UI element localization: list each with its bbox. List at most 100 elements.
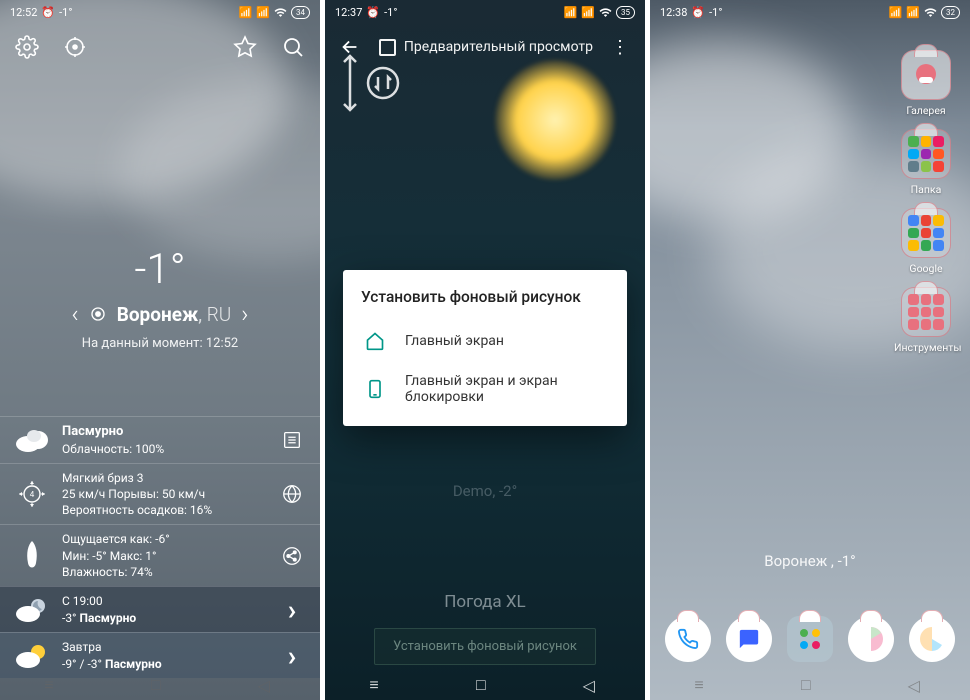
nav-home[interactable]: □	[151, 675, 169, 695]
wind-compass-icon: 4	[14, 479, 50, 509]
tonight-row[interactable]: С 19:00 -3° Пасмурно ›	[0, 586, 320, 632]
signal-icon: 📶	[906, 6, 920, 19]
feels-like-label: Ощущается как: -6°	[62, 531, 266, 547]
battery-icon: 32	[941, 6, 960, 19]
checkbox-icon	[379, 39, 396, 56]
next-location-button[interactable]: ›	[241, 300, 248, 328]
nav-home[interactable]: □	[476, 675, 494, 695]
more-button[interactable]: ⋮	[607, 37, 633, 58]
weather-app-screen: 12:52 ⏰ -1° 📶 📶 34	[0, 0, 320, 700]
set-wallpaper-button[interactable]: Установить фоновый рисунок	[374, 628, 596, 665]
dock-phone[interactable]	[665, 616, 711, 662]
status-temp: -1°	[709, 6, 722, 19]
navbar: ≡ □ ◁	[0, 670, 320, 700]
dialog-title: Установить фоновый рисунок	[361, 288, 609, 306]
status-time: 12:38	[660, 6, 687, 19]
city-name: Воронеж	[117, 303, 199, 326]
statusbar: 12:38 ⏰ -1° 📶 📶 32	[650, 0, 970, 24]
folder-icon	[901, 208, 951, 258]
asof-time: 12:52	[206, 336, 238, 351]
set-wallpaper-dialog: Установить фоновый рисунок Главный экран…	[343, 270, 627, 426]
location-pin-icon	[89, 305, 107, 323]
nav-back[interactable]: ◁	[583, 676, 601, 695]
details-icon[interactable]	[278, 429, 306, 451]
nav-recents[interactable]: ≡	[694, 675, 712, 695]
app-label: Инструменты	[894, 341, 958, 354]
humidity-label: Влажность: 74%	[62, 564, 266, 580]
condition-row[interactable]: Пасмурно Облачность: 100%	[0, 416, 320, 463]
asof-label: На данный момент:	[82, 336, 203, 351]
app-gallery[interactable]: Галерея	[894, 50, 958, 117]
option-home-screen[interactable]: Главный экран	[361, 320, 609, 362]
feels-like-icon	[14, 539, 50, 573]
globe-icon[interactable]	[278, 483, 306, 505]
cloudy-icon	[14, 426, 50, 454]
cloudiness-label: Облачность: 100%	[62, 441, 266, 457]
condition-title: Пасмурно	[62, 423, 266, 441]
nav-back[interactable]: ◁	[258, 676, 276, 695]
alarm-icon: ⏰	[366, 6, 380, 19]
battery-icon: 34	[291, 6, 310, 19]
dock	[650, 616, 970, 662]
status-temp: -1°	[384, 6, 397, 19]
status-time: 12:52	[10, 6, 37, 19]
preview-checkbox[interactable]: Предварительный просмотр	[377, 39, 593, 56]
wifi-icon	[924, 6, 937, 19]
precip-chance: Вероятность осадков: 16%	[62, 502, 266, 518]
tonight-temp: -3°	[62, 611, 77, 625]
current-temp: -1°	[0, 245, 320, 294]
country-code: RU	[207, 303, 232, 326]
signal-icon: 📶	[564, 6, 578, 19]
search-button[interactable]	[280, 34, 306, 60]
signal-icon: 📶	[581, 6, 595, 19]
signal-icon: 📶	[256, 6, 270, 19]
chevron-right-icon: ›	[278, 593, 306, 626]
nav-back[interactable]: ◁	[908, 676, 926, 695]
chevron-right-icon: ›	[278, 639, 306, 672]
option-label: Главный экран и экран блокировки	[405, 373, 605, 405]
favorite-button[interactable]	[232, 34, 258, 60]
prev-location-button[interactable]: ‹	[72, 300, 79, 328]
signal-icon: 📶	[239, 6, 253, 19]
home-screen: 12:38 ⏰ -1° 📶 📶 32 Галерея Папка	[650, 0, 970, 700]
folder-icon	[901, 129, 951, 179]
tomorrow-temp: -9° / -3°	[62, 657, 102, 671]
app-google-folder[interactable]: Google	[894, 208, 958, 275]
statusbar: 12:52 ⏰ -1° 📶 📶 34	[0, 0, 320, 24]
battery-icon: 35	[616, 6, 635, 19]
tomorrow-cond: Пасмурно	[105, 657, 162, 671]
nav-recents[interactable]: ≡	[369, 675, 387, 695]
wind-row[interactable]: 4 Мягкий бриз 3 25 км/ч Порывы: 50 км/ч …	[0, 463, 320, 525]
app-tools-folder[interactable]: Инструменты	[894, 287, 958, 354]
locate-button[interactable]	[62, 34, 88, 60]
folder-icon	[901, 287, 951, 337]
alarm-icon: ⏰	[41, 6, 55, 19]
tonight-cond: Пасмурно	[80, 611, 137, 625]
phone-icon	[365, 379, 385, 399]
night-cloudy-icon	[14, 596, 50, 624]
app-folder[interactable]: Папка	[894, 129, 958, 196]
option-label: Главный экран	[405, 333, 504, 349]
wallpaper-set-screen: 12:37 ⏰ -1° 📶 📶 35 Предварительный просм…	[325, 0, 645, 700]
wind-desc: Мягкий бриз 3	[62, 470, 266, 486]
navbar: ≡ □ ◁	[650, 670, 970, 700]
app-label: Папка	[894, 183, 958, 196]
dock-browser-2[interactable]	[909, 616, 955, 662]
wifi-icon	[599, 6, 612, 19]
weather-widget[interactable]: Воронеж , -1°	[650, 552, 970, 570]
option-home-and-lock[interactable]: Главный экран и экран блокировки	[361, 362, 609, 416]
tomorrow-label: Завтра	[62, 639, 266, 655]
nav-recents[interactable]: ≡	[44, 675, 62, 695]
tonight-label: С 19:00	[62, 593, 266, 609]
minmax-label: Мин: -5° Макс: 1°	[62, 548, 266, 564]
signal-icon: 📶	[889, 6, 903, 19]
dock-messages[interactable]	[726, 616, 772, 662]
share-icon[interactable]	[278, 545, 306, 567]
feels-like-row[interactable]: Ощущается как: -6° Мин: -5° Макс: 1° Вла…	[0, 524, 320, 586]
settings-button[interactable]	[14, 34, 40, 60]
dock-browser[interactable]	[848, 616, 894, 662]
nav-home[interactable]: □	[801, 675, 819, 695]
dock-folder[interactable]	[787, 616, 833, 662]
back-button[interactable]	[337, 34, 363, 60]
alarm-icon: ⏰	[691, 6, 705, 19]
